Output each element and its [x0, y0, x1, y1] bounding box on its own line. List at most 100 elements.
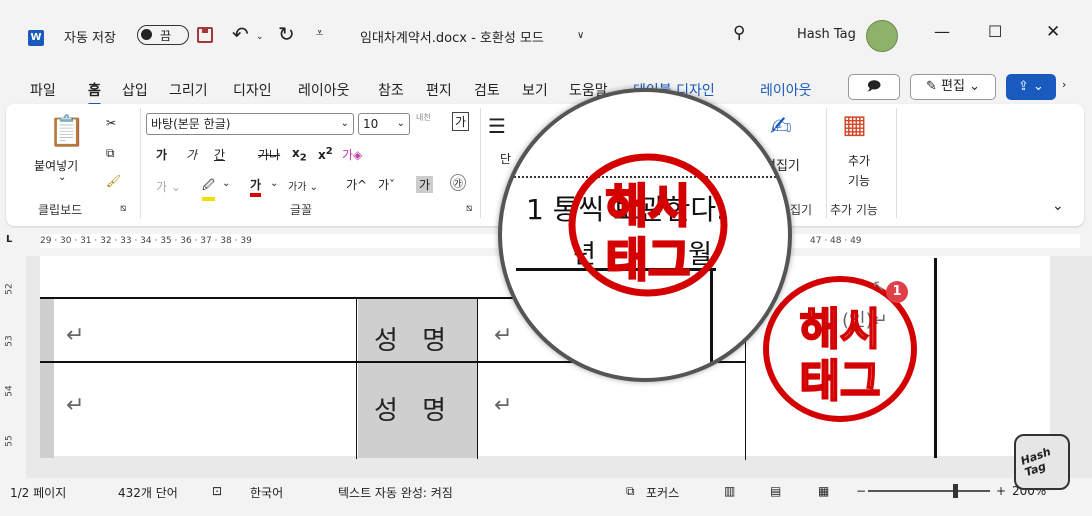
shrink-font-icon[interactable]: 가ˇ	[378, 176, 395, 193]
clear-format-icon[interactable]: 가◈	[342, 146, 362, 163]
paste-dropdown-icon[interactable]: ⌄	[58, 172, 66, 183]
tab-table-layout[interactable]: 레이아웃	[760, 80, 812, 100]
tab-home[interactable]: 홈	[88, 80, 101, 106]
name-label-cell[interactable]: 성 명	[374, 390, 454, 427]
superscript-button[interactable]: x2	[318, 146, 333, 162]
web-layout-icon[interactable]: ▦	[818, 484, 829, 498]
ribbon-scroll-right-icon[interactable]: ›	[1062, 78, 1066, 91]
read-mode-icon[interactable]: ▥	[724, 484, 735, 498]
chevron-down-icon: ⌄	[340, 118, 349, 129]
close-icon[interactable]: ✕	[1046, 22, 1060, 42]
chevron-down-icon: ⌄	[396, 118, 405, 129]
layout-options-icon[interactable]: ↖	[872, 276, 885, 295]
user-name[interactable]: Hash Tag	[797, 27, 856, 42]
minimize-icon[interactable]: —	[934, 22, 950, 41]
copy-icon[interactable]: ⧉	[106, 146, 115, 161]
comments-button[interactable]: 🗩	[848, 74, 900, 100]
tab-view[interactable]: 보기	[522, 80, 548, 100]
document-title[interactable]: 임대차계약서.docx - 호환성 모드	[360, 27, 544, 46]
addins-label-line2[interactable]: 기능	[848, 172, 870, 189]
char-border-icon[interactable]: 가	[452, 112, 470, 131]
paste-label[interactable]: 붙여넣기	[34, 157, 78, 174]
tab-design[interactable]: 디자인	[233, 80, 272, 100]
char-shading-icon[interactable]: 가	[416, 176, 434, 193]
ribbon-collapse-icon[interactable]: ⌄	[1052, 198, 1064, 214]
vertical-ruler[interactable]: 52 53 54 55	[4, 256, 24, 476]
print-layout-icon[interactable]: ▤	[770, 484, 781, 498]
page-count[interactable]: 1/2 페이지	[10, 484, 66, 501]
italic-button[interactable]: 가	[186, 146, 197, 163]
tab-selector-icon[interactable]: L	[6, 234, 12, 245]
highlight-icon[interactable]: 🖉	[202, 176, 215, 201]
title-dropdown-icon[interactable]: ∨	[577, 30, 584, 41]
tab-layout[interactable]: 레이아웃	[298, 80, 350, 100]
magnified-seal-stamp: 해시 태그	[568, 153, 728, 297]
font-launcher-icon[interactable]: ⧅	[466, 203, 472, 214]
vruler-tick: 54	[4, 385, 15, 397]
tab-references[interactable]: 참조	[378, 80, 404, 100]
vruler-tick: 55	[4, 435, 15, 447]
save-icon[interactable]	[197, 27, 213, 43]
undo-dropdown-icon[interactable]: ⌄	[256, 32, 264, 42]
proofing-icon[interactable]: ⊡	[212, 484, 222, 498]
tab-review[interactable]: 검토	[474, 80, 500, 100]
clipboard-launcher-icon[interactable]: ⧅	[120, 203, 126, 214]
chevron-down-icon[interactable]: ⌄	[270, 178, 278, 189]
undo-icon[interactable]: ↶	[232, 22, 249, 46]
enclose-char-icon[interactable]: ㉮	[450, 174, 466, 191]
autosave-toggle[interactable]: 끔	[137, 25, 189, 45]
focus-icon[interactable]: ⧉	[626, 484, 635, 499]
paragraph-mark-icon: ↵	[494, 323, 513, 348]
format-painter-icon[interactable]: 🖌	[106, 174, 121, 188]
addins-label-line1[interactable]: 추가	[848, 152, 870, 169]
tab-draw[interactable]: 그리기	[169, 80, 208, 100]
magnified-stamp-bottom: 태그	[606, 233, 691, 287]
font-size-value: 10	[363, 117, 379, 131]
text-prediction-status[interactable]: 텍스트 자동 완성: 켜짐	[338, 484, 453, 501]
subscript-button[interactable]: x2	[292, 146, 307, 163]
maximize-icon[interactable]: ☐	[988, 22, 1002, 41]
zoom-slider[interactable]	[868, 490, 990, 492]
avatar[interactable]	[866, 20, 898, 52]
zoom-in-icon[interactable]: +	[996, 484, 1006, 498]
underline-button[interactable]: 간	[214, 146, 225, 163]
ruler-ticks-left: 29 · 30 · 31 · 32 · 33 · 34 · 35 · 36 · …	[40, 236, 252, 246]
tab-file[interactable]: 파일	[30, 80, 56, 100]
focus-label[interactable]: 포커스	[646, 484, 679, 501]
table-border	[477, 297, 478, 459]
stamp-text-top: 해시	[800, 304, 881, 355]
tab-insert[interactable]: 삽입	[122, 80, 148, 100]
toggle-knob	[141, 29, 152, 40]
editing-mode-button[interactable]: ✎ 편집 ⌄	[910, 74, 996, 100]
addins-icon[interactable]: ▦	[842, 110, 867, 140]
zoom-slider-thumb[interactable]	[953, 484, 958, 498]
search-icon[interactable]: ⚲	[733, 23, 745, 43]
logo-text: Hash Tag	[1018, 445, 1053, 480]
bold-button[interactable]: 가	[156, 146, 167, 163]
customize-qat-icon[interactable]: ⩡	[316, 26, 323, 41]
language[interactable]: 한국어	[250, 484, 283, 501]
phonetic-guide-icon[interactable]: 내천	[416, 112, 431, 123]
toggle-state: 끔	[160, 29, 172, 43]
paragraph-label[interactable]: 단	[500, 150, 511, 167]
strikethrough-button[interactable]: 가나	[258, 146, 280, 163]
word-count[interactable]: 432개 단어	[118, 484, 178, 501]
tab-mailings[interactable]: 편지	[426, 80, 452, 100]
grow-font-icon[interactable]: 가^	[346, 176, 367, 193]
chevron-down-icon[interactable]: ⌄	[222, 178, 230, 189]
font-name-select[interactable]: 바탕(본문 한글) ⌄	[146, 113, 354, 135]
paste-icon[interactable]: 📋	[48, 114, 85, 149]
cut-icon[interactable]: ✂	[106, 116, 116, 130]
font-color-icon[interactable]: 가	[250, 176, 262, 197]
font-size-select[interactable]: 10 ⌄	[358, 113, 410, 135]
share-button[interactable]: ⇪ ⌄	[1006, 74, 1056, 100]
redo-icon[interactable]: ↻	[278, 22, 295, 46]
text-effects-icon[interactable]: 가 ⌄	[156, 178, 181, 195]
editor-icon[interactable]: ✍	[770, 112, 792, 142]
change-case-icon[interactable]: 가가 ⌄	[288, 178, 318, 193]
zoom-out-icon[interactable]: −	[856, 484, 866, 498]
stamp-text-bottom: 태그	[800, 356, 881, 407]
magnifier-overlay: 1 통씩 보관한다. 년 월 일 해시 태그	[498, 88, 792, 382]
paragraph-icon[interactable]: ☰	[488, 114, 506, 138]
name-label-cell[interactable]: 성 명	[374, 320, 454, 357]
